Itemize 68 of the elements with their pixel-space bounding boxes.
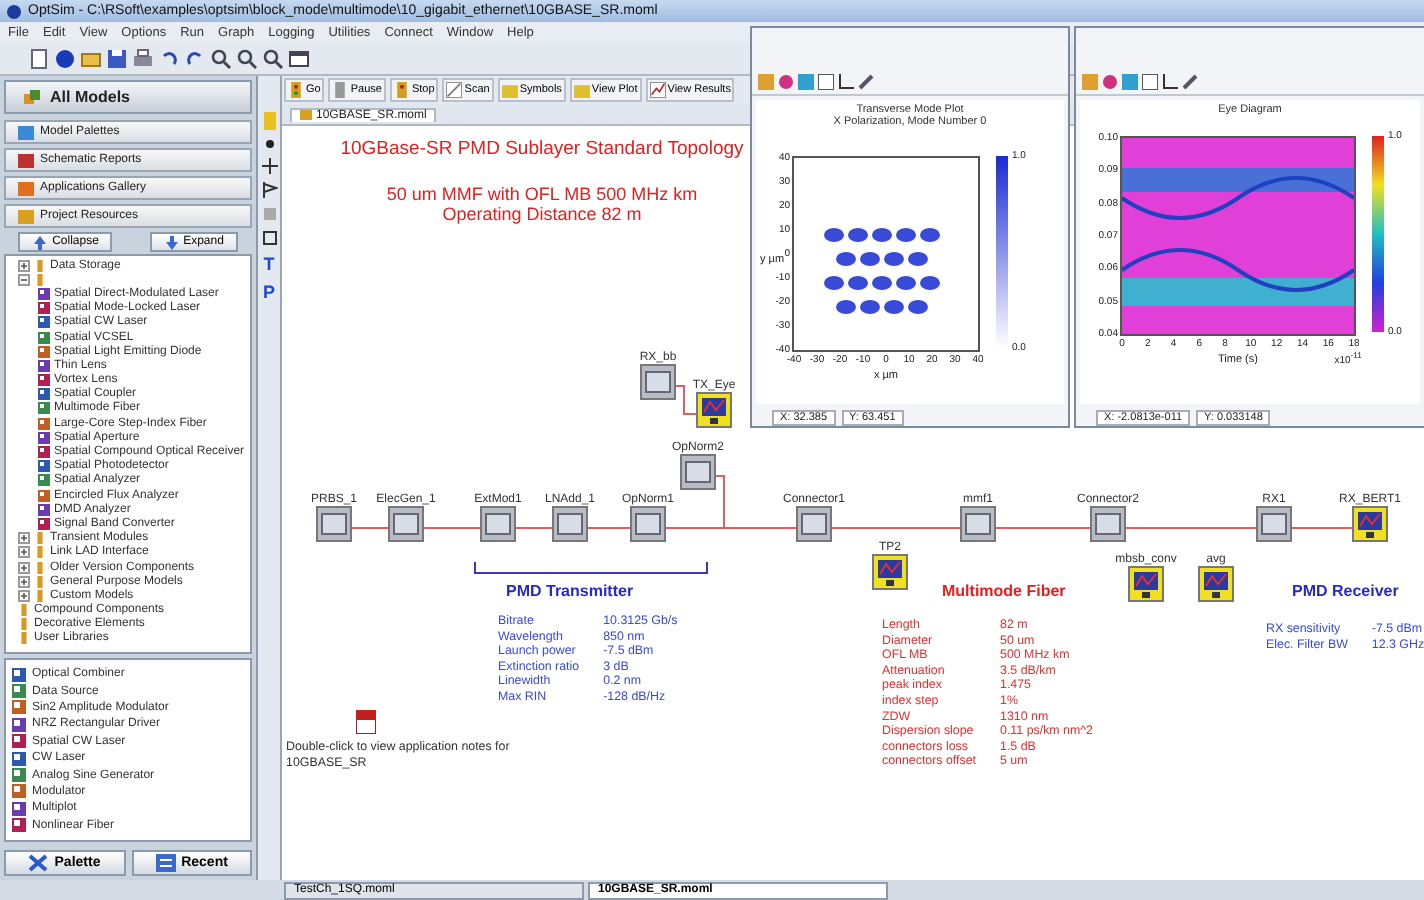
pencil-icon[interactable] [858, 73, 874, 89]
new-page-icon[interactable] [28, 47, 50, 69]
schematic-title: Operating Distance 82 m [442, 204, 642, 224]
save-icon[interactable] [106, 47, 128, 69]
pencil-icon[interactable] [1182, 73, 1198, 89]
collapse-icon[interactable] [18, 273, 30, 286]
flag-icon [261, 182, 277, 198]
component-block[interactable] [480, 506, 516, 542]
component-block[interactable] [316, 506, 352, 542]
expand-icon[interactable] [18, 575, 30, 588]
component-block[interactable] [552, 506, 588, 542]
app-logo-icon [6, 3, 22, 19]
mode-pattern-drawing [824, 228, 940, 314]
schematic-title: 10GBase-SR PMD Sublayer Standard Topology [340, 138, 744, 160]
chart-icon [649, 82, 666, 98]
window-icon[interactable] [288, 47, 310, 69]
move-cross-icon [261, 158, 277, 174]
scope-monitor-icon[interactable] [696, 392, 732, 428]
connection-wire [423, 527, 481, 529]
redo-icon[interactable] [184, 47, 206, 69]
schematic-title: 50 um MMF with OFL MB 500 MHz km [386, 184, 698, 204]
scope-monitor-icon[interactable] [872, 554, 908, 590]
connection-wire [351, 527, 389, 529]
scope-monitor-icon[interactable] [1198, 566, 1234, 602]
text-tool-button[interactable]: P [262, 282, 275, 302]
up-arrow-icon [32, 233, 49, 251]
text-tool-button[interactable]: T [263, 254, 275, 274]
cubes-icon [22, 87, 42, 107]
connection-wire [675, 385, 697, 415]
component-block[interactable] [630, 506, 666, 542]
axes-icon[interactable] [1162, 73, 1178, 89]
zoom-icon[interactable] [236, 47, 258, 69]
rectangle-icon [261, 230, 277, 246]
expand-icon[interactable] [18, 561, 30, 574]
panel-title: All Models [50, 88, 131, 106]
down-arrow-icon [163, 233, 180, 251]
group-label: Multimode Fiber [942, 582, 1066, 600]
expand-icon[interactable] [18, 532, 30, 545]
connection-wire [831, 527, 961, 529]
scope-monitor-icon[interactable] [1352, 506, 1388, 542]
component-block[interactable] [388, 506, 424, 542]
zoom-icon[interactable] [210, 47, 232, 69]
zoom-icon[interactable] [262, 47, 284, 69]
undo-icon[interactable] [158, 47, 180, 69]
square-icon [261, 206, 277, 222]
group-label: PMD Receiver [1292, 582, 1399, 600]
dot-icon [263, 138, 275, 150]
component-block[interactable] [680, 454, 716, 490]
connection-wire [995, 527, 1091, 529]
group-label: PMD Transmitter [506, 582, 634, 600]
expand-icon[interactable] [18, 589, 30, 602]
expand-icon[interactable] [18, 546, 30, 559]
connection-wire [1291, 527, 1353, 529]
connection-wire [1125, 527, 1257, 529]
component-block[interactable] [640, 364, 676, 400]
list-icon [155, 854, 176, 872]
pdf-document-icon[interactable] [356, 710, 376, 734]
all-models-header[interactable]: All Models [4, 80, 252, 114]
component-block[interactable] [1090, 506, 1126, 542]
axes-icon[interactable] [838, 73, 854, 89]
component-block[interactable] [960, 506, 996, 542]
component-block[interactable] [1256, 506, 1292, 542]
scan-chart-icon [446, 82, 463, 98]
scope-monitor-icon[interactable] [1128, 566, 1164, 602]
print-icon[interactable] [132, 47, 154, 69]
component-block[interactable] [796, 506, 832, 542]
cross-arrows-icon [28, 854, 49, 872]
expand-icon[interactable] [18, 259, 30, 272]
